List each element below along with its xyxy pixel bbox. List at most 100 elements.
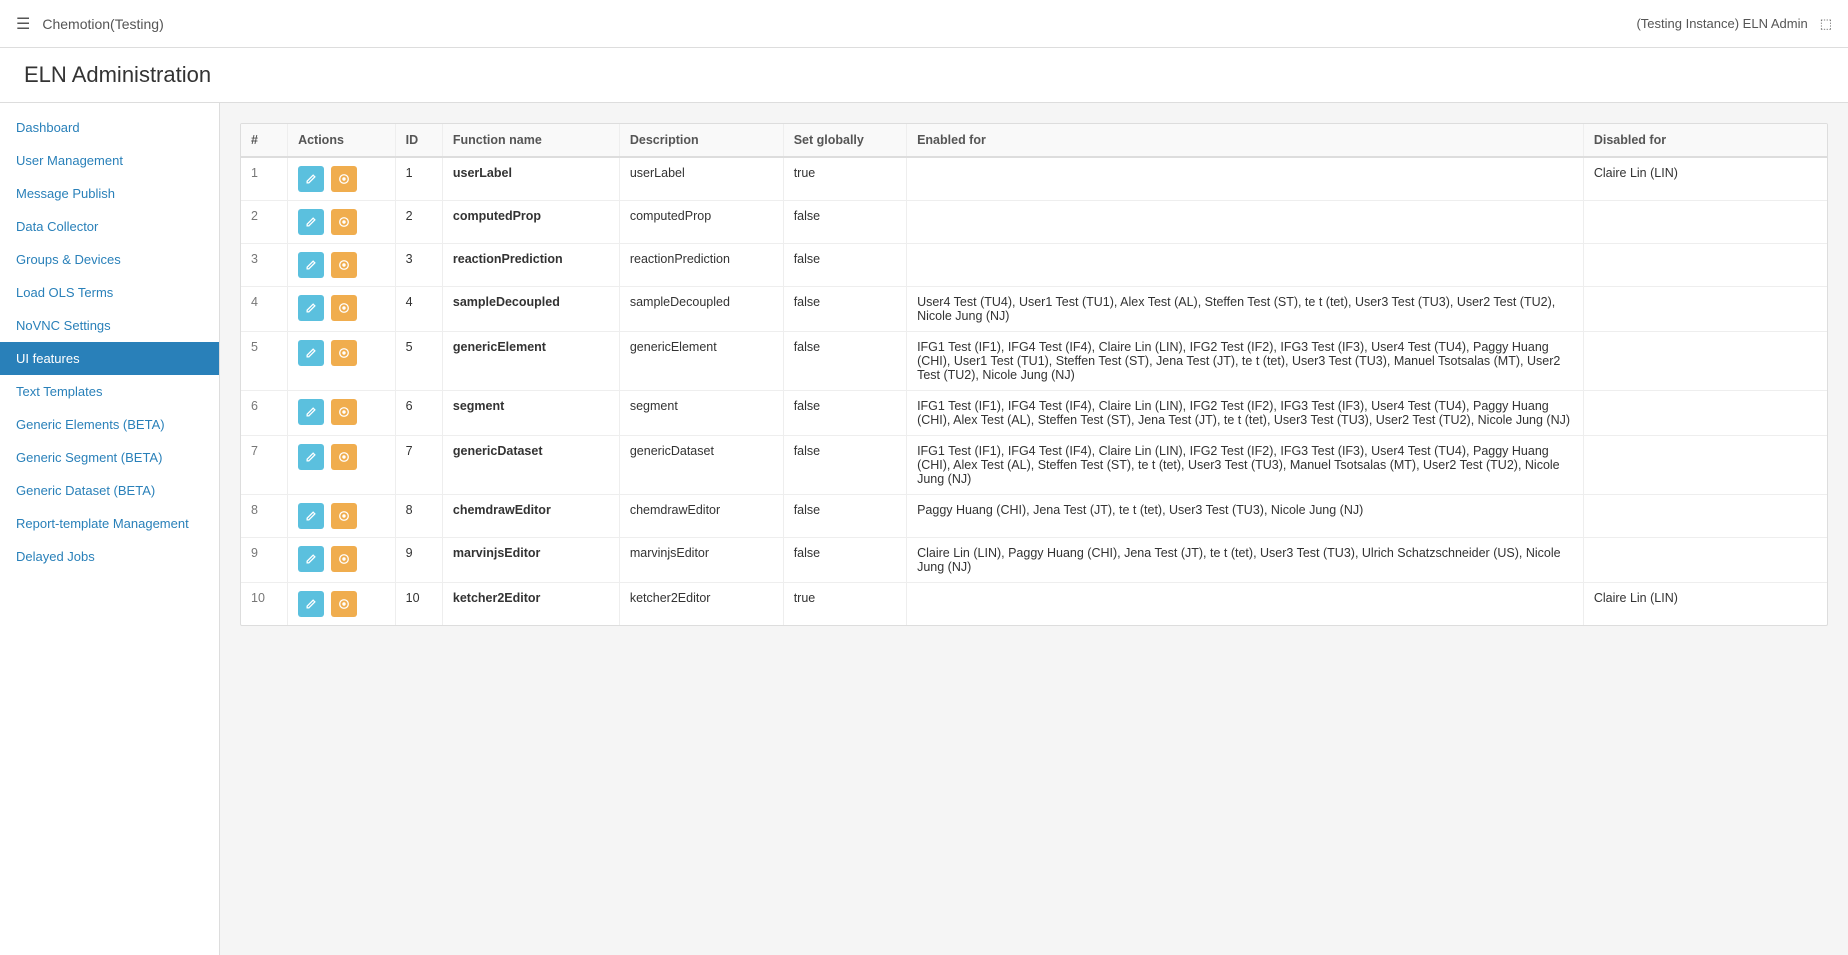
edit-button[interactable] <box>298 209 324 235</box>
cell-actions <box>288 157 396 201</box>
cell-description: marvinjsEditor <box>619 538 783 583</box>
cell-id: 7 <box>395 436 442 495</box>
table-row: 10 10 ketcher2Editor ketcher2Editor true <box>241 583 1827 626</box>
sidebar-item-dashboard[interactable]: Dashboard <box>0 111 219 144</box>
sidebar-item-novnc-settings[interactable]: NoVNC Settings <box>0 309 219 342</box>
cell-function-name: genericDataset <box>442 436 619 495</box>
cell-function-name: reactionPrediction <box>442 244 619 287</box>
cell-set-globally: false <box>783 332 906 391</box>
cell-enabled-for <box>907 583 1584 626</box>
col-disabled-for: Disabled for <box>1583 124 1827 157</box>
delete-button[interactable] <box>331 503 357 529</box>
ui-features-table-wrapper: # Actions ID Function name Description S… <box>240 123 1828 626</box>
edit-button[interactable] <box>298 591 324 617</box>
cell-function-name: segment <box>442 391 619 436</box>
cell-id: 9 <box>395 538 442 583</box>
table-row: 5 5 genericElement genericElement false <box>241 332 1827 391</box>
cell-id: 5 <box>395 332 442 391</box>
cell-disabled-for <box>1583 495 1827 538</box>
cell-enabled-for <box>907 201 1584 244</box>
cell-description: chemdrawEditor <box>619 495 783 538</box>
cell-description: reactionPrediction <box>619 244 783 287</box>
edit-button[interactable] <box>298 503 324 529</box>
sidebar-item-load-ols-terms[interactable]: Load OLS Terms <box>0 276 219 309</box>
cell-description: computedProp <box>619 201 783 244</box>
cell-enabled-for: Paggy Huang (CHI), Jena Test (JT), te t … <box>907 495 1584 538</box>
cell-num: 5 <box>241 332 288 391</box>
delete-button[interactable] <box>331 166 357 192</box>
hamburger-icon[interactable]: ☰ <box>16 14 30 34</box>
sidebar-item-groups-devices[interactable]: Groups & Devices <box>0 243 219 276</box>
page-title: ELN Administration <box>24 62 1824 88</box>
cell-actions <box>288 391 396 436</box>
delete-button[interactable] <box>331 399 357 425</box>
topbar-right: (Testing Instance) ELN Admin ⬚ <box>1636 16 1832 32</box>
col-actions: Actions <box>288 124 396 157</box>
layout: Dashboard User Management Message Publis… <box>0 103 1848 955</box>
sidebar-item-ui-features[interactable]: UI features <box>0 342 219 375</box>
delete-button[interactable] <box>331 444 357 470</box>
sidebar-item-text-templates[interactable]: Text Templates <box>0 375 219 408</box>
cell-disabled-for: Claire Lin (LIN) <box>1583 583 1827 626</box>
cell-description: ketcher2Editor <box>619 583 783 626</box>
cell-disabled-for <box>1583 201 1827 244</box>
cell-id: 8 <box>395 495 442 538</box>
cell-id: 3 <box>395 244 442 287</box>
cell-actions <box>288 332 396 391</box>
edit-button[interactable] <box>298 546 324 572</box>
edit-button[interactable] <box>298 340 324 366</box>
cell-set-globally: false <box>783 201 906 244</box>
cell-function-name: ketcher2Editor <box>442 583 619 626</box>
cell-set-globally: true <box>783 583 906 626</box>
user-label: (Testing Instance) ELN Admin <box>1636 16 1807 31</box>
table-row: 7 7 genericDataset genericDataset false <box>241 436 1827 495</box>
sidebar-item-delayed-jobs[interactable]: Delayed Jobs <box>0 540 219 573</box>
delete-button[interactable] <box>331 209 357 235</box>
cell-function-name: userLabel <box>442 157 619 201</box>
cell-num: 1 <box>241 157 288 201</box>
table-row: 6 6 segment segment false IFG1 Test ( <box>241 391 1827 436</box>
col-enabled-for: Enabled for <box>907 124 1584 157</box>
sidebar-item-generic-elements[interactable]: Generic Elements (BETA) <box>0 408 219 441</box>
main-content: # Actions ID Function name Description S… <box>220 103 1848 955</box>
cell-enabled-for: IFG1 Test (IF1), IFG4 Test (IF4), Claire… <box>907 332 1584 391</box>
delete-button[interactable] <box>331 252 357 278</box>
cell-description: genericDataset <box>619 436 783 495</box>
cell-disabled-for <box>1583 287 1827 332</box>
cell-id: 6 <box>395 391 442 436</box>
cell-set-globally: true <box>783 157 906 201</box>
table-row: 4 4 sampleDecoupled sampleDecoupled fals… <box>241 287 1827 332</box>
cell-set-globally: false <box>783 391 906 436</box>
edit-button[interactable] <box>298 295 324 321</box>
delete-button[interactable] <box>331 295 357 321</box>
delete-button[interactable] <box>331 546 357 572</box>
cell-description: genericElement <box>619 332 783 391</box>
sidebar-item-message-publish[interactable]: Message Publish <box>0 177 219 210</box>
cell-set-globally: false <box>783 538 906 583</box>
logout-icon[interactable]: ⬚ <box>1820 16 1832 32</box>
delete-button[interactable] <box>331 340 357 366</box>
cell-disabled-for: Claire Lin (LIN) <box>1583 157 1827 201</box>
cell-enabled-for <box>907 157 1584 201</box>
sidebar-item-user-management[interactable]: User Management <box>0 144 219 177</box>
edit-button[interactable] <box>298 252 324 278</box>
sidebar-item-generic-segment[interactable]: Generic Segment (BETA) <box>0 441 219 474</box>
sidebar-item-generic-dataset[interactable]: Generic Dataset (BETA) <box>0 474 219 507</box>
cell-id: 10 <box>395 583 442 626</box>
col-set-globally: Set globally <box>783 124 906 157</box>
cell-set-globally: false <box>783 436 906 495</box>
table-row: 8 8 chemdrawEditor chemdrawEditor false <box>241 495 1827 538</box>
sidebar-item-report-template[interactable]: Report-template Management <box>0 507 219 540</box>
sidebar-item-data-collector[interactable]: Data Collector <box>0 210 219 243</box>
cell-actions <box>288 583 396 626</box>
cell-num: 10 <box>241 583 288 626</box>
cell-disabled-for <box>1583 538 1827 583</box>
cell-actions <box>288 538 396 583</box>
cell-disabled-for <box>1583 244 1827 287</box>
cell-disabled-for <box>1583 332 1827 391</box>
edit-button[interactable] <box>298 166 324 192</box>
delete-button[interactable] <box>331 591 357 617</box>
edit-button[interactable] <box>298 444 324 470</box>
cell-actions <box>288 436 396 495</box>
edit-button[interactable] <box>298 399 324 425</box>
